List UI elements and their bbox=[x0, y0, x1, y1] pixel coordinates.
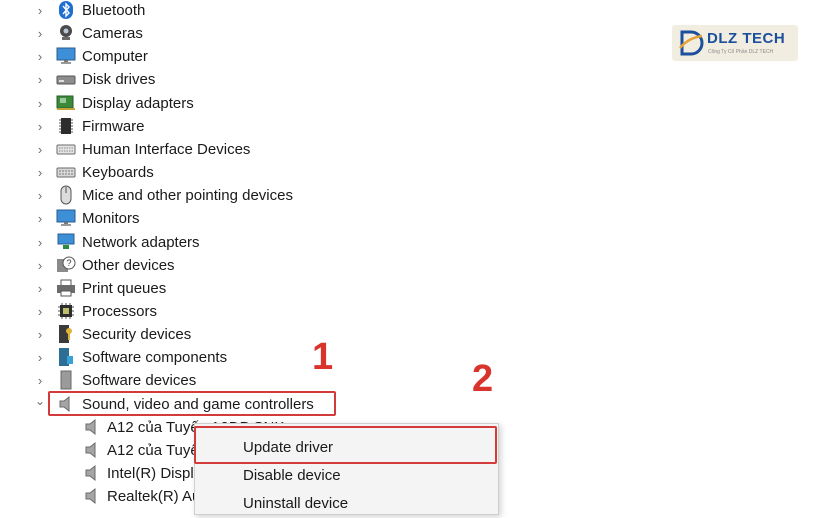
software-device-icon bbox=[56, 370, 76, 390]
tree-item-print-queues[interactable]: › Print queues bbox=[0, 277, 560, 300]
chevron-right-icon[interactable]: › bbox=[35, 369, 45, 392]
chevron-right-icon[interactable]: › bbox=[35, 231, 45, 254]
annotation-box-1 bbox=[48, 391, 336, 416]
tree-item-label: Network adapters bbox=[82, 233, 200, 251]
chevron-right-icon[interactable]: › bbox=[35, 115, 45, 138]
menu-item-label: Uninstall device bbox=[243, 495, 349, 512]
menu-item-uninstall-device[interactable]: Uninstall device bbox=[195, 490, 498, 518]
logo-wordmark: DLZ TECH bbox=[707, 30, 786, 47]
tree-item-network-adapters[interactable]: › Network adapters bbox=[0, 231, 560, 254]
tree-item-bluetooth[interactable]: › Bluetooth bbox=[0, 0, 560, 22]
speaker-icon bbox=[82, 440, 102, 460]
tree-item-label: Disk drives bbox=[82, 71, 156, 89]
chevron-down-icon[interactable]: ⌄ bbox=[35, 390, 45, 413]
tree-item-monitors[interactable]: › Monitors bbox=[0, 207, 560, 230]
device-item-label: Intel(R) Displa bbox=[107, 465, 203, 482]
chevron-right-icon[interactable]: › bbox=[35, 68, 45, 91]
tree-item-label: Bluetooth bbox=[82, 2, 146, 19]
software-component-icon bbox=[56, 347, 76, 367]
tree-item-label: Human Interface Devices bbox=[82, 140, 251, 158]
chevron-right-icon[interactable]: › bbox=[35, 346, 45, 369]
tree-item-keyboards[interactable]: › Keyboards bbox=[0, 161, 560, 184]
chevron-right-icon[interactable]: › bbox=[35, 92, 45, 115]
camera-icon bbox=[56, 23, 76, 43]
chevron-right-icon[interactable]: › bbox=[35, 277, 45, 300]
tree-item-label: Cameras bbox=[82, 25, 143, 43]
tree-item-disk-drives[interactable]: › Disk drives bbox=[0, 68, 560, 91]
keyboard-icon bbox=[56, 162, 76, 182]
tree-item-label: Mice and other pointing devices bbox=[82, 187, 293, 205]
tree-item-label: Software devices bbox=[82, 372, 197, 390]
chevron-right-icon[interactable]: › bbox=[35, 45, 45, 68]
tree-item-label: Other devices bbox=[82, 256, 175, 274]
monitor-icon bbox=[56, 46, 76, 66]
hid-keyboard-icon bbox=[56, 139, 76, 159]
processor-icon bbox=[56, 301, 76, 321]
disk-drive-icon bbox=[56, 69, 76, 89]
annotation-box-2 bbox=[194, 426, 497, 464]
svg-text:?: ? bbox=[67, 258, 72, 268]
firmware-chip-icon bbox=[56, 116, 76, 136]
tree-item-security-devices[interactable]: › Security devices bbox=[0, 323, 560, 346]
security-device-icon bbox=[56, 324, 76, 344]
chevron-right-icon[interactable]: › bbox=[35, 323, 45, 346]
speaker-icon bbox=[82, 486, 102, 506]
mouse-icon bbox=[56, 185, 76, 205]
tree-item-label: Computer bbox=[82, 48, 148, 66]
annotation-step-2: 2 bbox=[472, 358, 494, 400]
tree-item-other-devices[interactable]: ›? Other devices bbox=[0, 254, 560, 277]
tree-item-label: Software components bbox=[82, 349, 228, 367]
speaker-icon bbox=[82, 463, 102, 483]
tree-item-label: Keyboards bbox=[82, 164, 154, 182]
tree-item-cameras[interactable]: › Cameras bbox=[0, 22, 560, 45]
speaker-icon bbox=[82, 417, 102, 437]
tree-item-display-adapters[interactable]: › Display adapters bbox=[0, 92, 560, 115]
tree-item-label: Print queues bbox=[82, 279, 167, 297]
chevron-right-icon[interactable]: › bbox=[35, 161, 45, 184]
network-adapter-icon bbox=[56, 232, 76, 252]
dlz-logo-icon bbox=[679, 30, 704, 56]
device-item-label: A12 của Tuyế bbox=[107, 441, 199, 459]
tree-item-firmware[interactable]: › Firmware bbox=[0, 115, 560, 138]
logo-tagline: Công Ty Cổ Phần DLZ TECH bbox=[708, 49, 774, 55]
tree-item-processors[interactable]: › Processors bbox=[0, 300, 560, 323]
display-adapter-icon bbox=[56, 93, 76, 113]
chevron-right-icon[interactable]: › bbox=[35, 138, 45, 161]
monitor-icon bbox=[56, 208, 76, 228]
tree-item-human-interface-devices[interactable]: › Human Interface Devices bbox=[0, 138, 560, 161]
annotation-step-1: 1 bbox=[312, 336, 334, 378]
bluetooth-icon bbox=[56, 0, 76, 20]
chevron-right-icon[interactable]: › bbox=[35, 184, 45, 207]
brand-logo: DLZ TECH Công Ty Cổ Phần DLZ TECH bbox=[672, 25, 798, 61]
chevron-right-icon[interactable]: › bbox=[35, 254, 45, 277]
printer-icon bbox=[56, 278, 76, 298]
menu-item-disable-device[interactable]: Disable device bbox=[195, 462, 498, 490]
chevron-right-icon[interactable]: › bbox=[35, 300, 45, 323]
device-item-label: Realtek(R) Au bbox=[107, 488, 201, 506]
tree-item-label: Security devices bbox=[82, 326, 192, 344]
chevron-right-icon[interactable]: › bbox=[35, 0, 45, 22]
tree-item-label: Processors bbox=[82, 302, 158, 320]
tree-item-label: Monitors bbox=[82, 210, 140, 228]
unknown-device-icon: ? bbox=[56, 255, 76, 275]
tree-item-mice-and-other-pointing-devices[interactable]: › Mice and other pointing devices bbox=[0, 184, 560, 207]
tree-item-computer[interactable]: › Computer bbox=[0, 45, 560, 68]
menu-item-label: Disable device bbox=[243, 467, 341, 484]
chevron-right-icon[interactable]: › bbox=[35, 22, 45, 45]
chevron-right-icon[interactable]: › bbox=[35, 207, 45, 230]
tree-item-label: Display adapters bbox=[82, 94, 194, 112]
tree-item-label: Firmware bbox=[82, 117, 145, 135]
